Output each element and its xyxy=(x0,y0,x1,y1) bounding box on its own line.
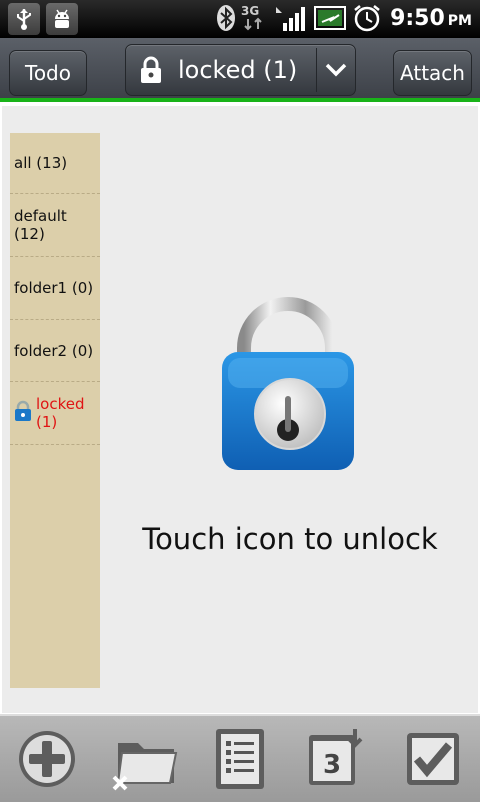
chevron-down-icon[interactable] xyxy=(317,62,355,78)
sidebar-item-label: folder2 (0) xyxy=(14,341,94,360)
delete-folder-button[interactable] xyxy=(110,724,180,794)
status-bar: 3G 9:50 PM xyxy=(0,0,480,38)
sidebar-item-folder1[interactable]: folder1 (0) xyxy=(10,257,100,320)
sidebar-item-default[interactable]: default (12) xyxy=(10,194,100,257)
folder-delete-icon xyxy=(112,743,178,791)
alarm-clock-icon xyxy=(352,3,382,33)
attach-button[interactable]: Attach xyxy=(393,50,472,96)
complete-button[interactable] xyxy=(398,724,468,794)
sidebar-item-label: all (13) xyxy=(14,154,68,172)
sidebar-item-folder2[interactable]: folder2 (0) xyxy=(10,320,100,382)
add-icon xyxy=(19,731,75,787)
network-3g-icon: 3G xyxy=(240,3,270,33)
clock-time: 9:50 PM xyxy=(390,5,472,31)
lock-icon xyxy=(126,56,176,84)
bottom-toolbar: 3 xyxy=(0,714,480,802)
svg-text:3: 3 xyxy=(323,750,341,780)
unlock-lock-icon[interactable] xyxy=(218,288,358,478)
bluetooth-icon xyxy=(216,3,236,33)
calendar-icon: 3 xyxy=(309,729,363,785)
folder-selector[interactable]: locked (1) xyxy=(125,44,356,96)
signal-icon xyxy=(274,3,310,33)
battery-charging-icon xyxy=(314,3,348,33)
android-debug-icon xyxy=(46,3,78,35)
sidebar-item-all[interactable]: all (13) xyxy=(10,133,100,194)
todo-button[interactable]: Todo xyxy=(9,50,87,96)
folder-title: locked (1) xyxy=(178,56,298,84)
lock-icon xyxy=(14,400,32,426)
calendar-button[interactable]: 3 xyxy=(300,724,370,794)
sidebar-item-locked[interactable]: locked (1) xyxy=(10,382,100,445)
checkbox-icon xyxy=(407,733,459,785)
usb-icon xyxy=(8,3,40,35)
sidebar-item-label: default (12) xyxy=(14,207,67,243)
folder-sidebar: all (13) default (12) folder1 (0) folder… xyxy=(10,133,100,688)
svg-text:3G: 3G xyxy=(241,4,259,18)
title-bar: Todo locked (1) Attach xyxy=(0,38,480,102)
sidebar-item-label: folder1 (0) xyxy=(14,279,94,297)
unlock-instruction: Touch icon to unlock xyxy=(142,522,438,556)
list-button[interactable] xyxy=(205,724,275,794)
list-icon xyxy=(216,729,264,789)
add-button[interactable] xyxy=(12,724,82,794)
sidebar-item-label: locked (1) xyxy=(36,395,85,431)
